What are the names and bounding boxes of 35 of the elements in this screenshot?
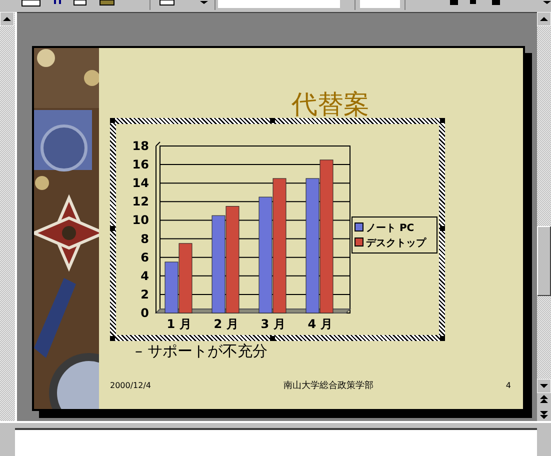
tick-label: 0 <box>140 306 149 320</box>
footer-organization: 南山大学総合政策学部 <box>283 380 374 392</box>
tick-label: 8 <box>140 232 149 246</box>
tick-label: 2 <box>140 287 149 302</box>
resize-handle[interactable] <box>440 226 445 231</box>
tick-label: 12 <box>132 194 149 209</box>
resize-handle[interactable] <box>110 226 115 231</box>
scroll-thumb[interactable] <box>537 226 551 296</box>
resize-handle[interactable] <box>110 118 115 123</box>
resize-handle[interactable] <box>440 118 445 123</box>
chart-frame[interactable]: 0 2 4 6 8 10 12 14 16 18 1 月 2 月 3 月 4 月 ノート PC デスクトップ <box>110 118 445 341</box>
tick-label: 4 <box>140 268 149 283</box>
scroll-down-icon[interactable] <box>537 379 551 393</box>
legend-label: ノート PC <box>366 223 414 234</box>
tick-label: 18 <box>132 139 149 153</box>
category-label: 1 月 <box>166 317 192 331</box>
resize-handle[interactable] <box>270 336 275 341</box>
tick-label: 6 <box>140 250 149 264</box>
bullet-text: – サポートが不充分 <box>135 342 268 360</box>
resize-handle[interactable] <box>440 336 445 341</box>
footer-date: 2000/12/4 <box>110 381 152 390</box>
scroll-up-icon[interactable] <box>0 12 14 26</box>
scroll-up-icon[interactable] <box>537 12 551 26</box>
slide-title: 代替案 <box>292 90 370 118</box>
resize-handle[interactable] <box>110 336 115 341</box>
category-label: 2 月 <box>214 317 238 331</box>
tick-label: 16 <box>132 158 149 172</box>
tick-label: 10 <box>132 213 149 228</box>
resize-handle[interactable] <box>270 118 275 123</box>
page-number: 4 <box>506 381 511 390</box>
category-label: 4 月 <box>308 317 332 331</box>
tick-label: 14 <box>132 176 149 190</box>
category-label: 3 月 <box>260 317 286 331</box>
legend-label: デスクトップ <box>366 238 426 249</box>
notes-pane[interactable] <box>15 428 537 456</box>
